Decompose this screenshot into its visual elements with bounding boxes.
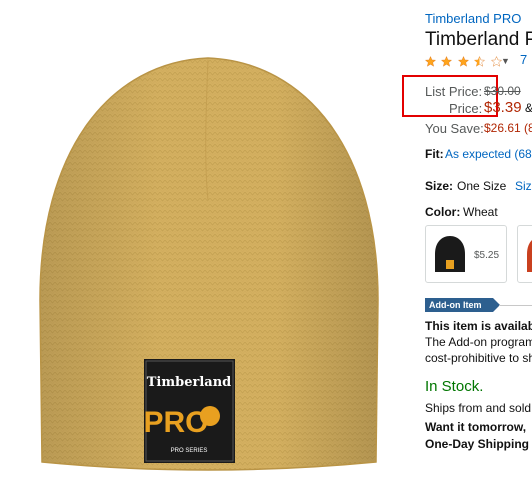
color-swatch-red[interactable]	[517, 225, 532, 283]
product-image: Timberland PRO PRO SERIES	[39, 57, 379, 471]
star-full-icon	[457, 56, 469, 67]
label-brand-text: Timberland	[147, 375, 231, 390]
addon-text-line: The Add-on program	[425, 335, 532, 349]
color-label: Color:	[425, 205, 461, 219]
review-count-link[interactable]: 7	[520, 52, 527, 67]
size-label: Size:	[425, 179, 454, 193]
addon-text-line: cost-prohibitive to sh	[425, 351, 532, 365]
star-rating[interactable]	[425, 54, 503, 67]
list-price-value: $30.00	[484, 84, 521, 98]
stock-status: In Stock.	[425, 378, 484, 395]
addon-item-badge: Add-on Item	[425, 298, 500, 312]
one-day-shipping-text: One-Day Shipping a	[425, 437, 532, 451]
swatch-price: $5.25	[474, 250, 500, 261]
size-value: One Size	[457, 179, 507, 193]
brand-link[interactable]: Timberland PRO	[425, 11, 521, 26]
price-label: Price:	[449, 101, 483, 116]
product-details: Timberland PRO Timberland P ▼ 7 List Pri…	[425, 0, 532, 481]
color-swatch-black[interactable]: $5.25	[425, 225, 507, 283]
chevron-down-icon[interactable]: ▼	[501, 56, 510, 66]
addon-heading: This item is availab	[425, 319, 532, 333]
product-title: Timberland P	[425, 29, 532, 50]
tree-icon	[200, 406, 220, 426]
ships-from-text: Ships from and sold	[425, 401, 532, 415]
brand-label-patch: Timberland PRO PRO SERIES	[143, 359, 235, 463]
beanie-red-icon	[527, 240, 532, 272]
you-save-label: You Save:	[425, 121, 484, 136]
star-half-icon	[474, 56, 486, 67]
addon-divider	[499, 305, 532, 306]
fit-label: Fit:	[425, 147, 444, 161]
you-save-value: $26.61 (8	[484, 121, 532, 135]
beanie-black-icon	[435, 236, 465, 272]
color-value: Wheat	[463, 205, 498, 219]
price-value: $3.39	[484, 99, 522, 116]
list-price-label: List Price:	[425, 84, 483, 99]
star-full-icon	[425, 56, 436, 67]
label-pro-text: PRO	[143, 406, 208, 439]
label-series-text: PRO SERIES	[171, 448, 208, 454]
size-chart-link[interactable]: Size	[515, 179, 532, 193]
delivery-promo-heading: Want it tomorrow,	[425, 420, 527, 434]
price-suffix: &	[525, 101, 532, 115]
star-full-icon	[441, 56, 453, 67]
fit-value-link[interactable]: As expected (68	[445, 147, 532, 161]
